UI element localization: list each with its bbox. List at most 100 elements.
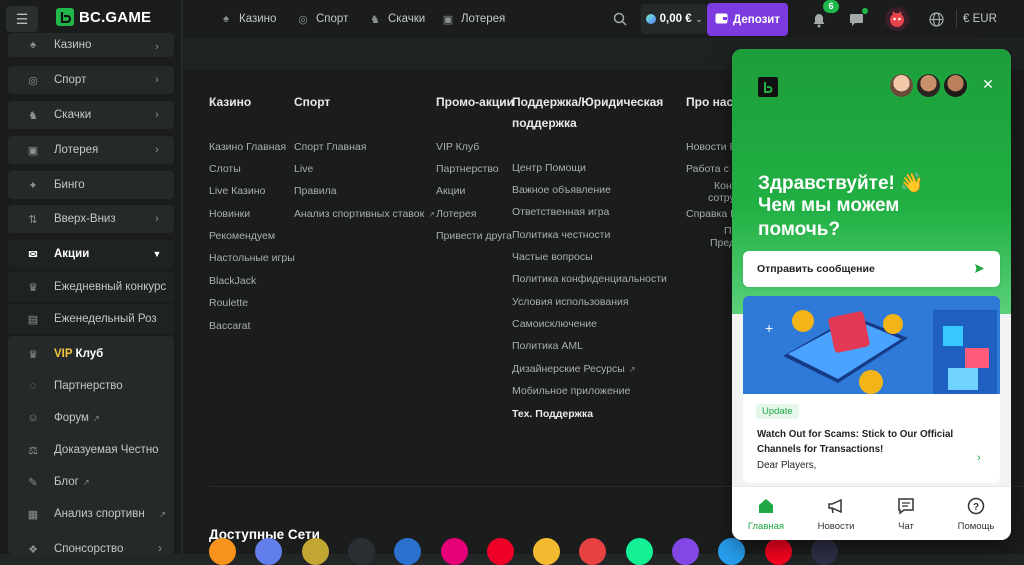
sidebar-item-sponsorship[interactable]: ❖ Спонсорство ›: [8, 534, 174, 564]
footer-link[interactable]: Ответственная игра: [512, 206, 609, 218]
sidebar-subitem-daily-contest[interactable]: ♛ Ежедневный конкурс: [8, 272, 174, 302]
topnav-casino[interactable]: ♠ Казино: [219, 0, 276, 38]
footer-link[interactable]: Партнерство: [436, 163, 499, 175]
sidebar-item-sport[interactable]: ◎ Спорт ›: [8, 66, 174, 94]
news-tag: Update: [756, 404, 799, 419]
send-message-label: Отправить сообщение: [757, 263, 875, 275]
footer-link[interactable]: Правила: [294, 185, 337, 197]
coin-icon: [645, 14, 656, 24]
topnav-label: Казино: [239, 13, 277, 25]
currency-selector[interactable]: € EUR: [963, 0, 997, 38]
sidebar-item-promotions[interactable]: ✉ Акции ▼: [8, 240, 174, 268]
chevron-right-icon: ›: [155, 213, 159, 225]
footer-link[interactable]: Политика честности: [512, 229, 610, 241]
external-link-icon: ↗: [428, 210, 435, 219]
polkadot-icon: [441, 538, 468, 565]
footer-link[interactable]: Мобильное приложение: [512, 385, 630, 397]
footer-link[interactable]: Условия использования: [512, 296, 629, 308]
search-icon[interactable]: [611, 10, 629, 28]
footer-link[interactable]: Спорт Главная: [294, 141, 366, 153]
deposit-button[interactable]: Депозит: [707, 3, 788, 36]
globe-icon[interactable]: [928, 11, 944, 27]
sidebar-item-casino[interactable]: ♠ Казино ›: [8, 33, 174, 57]
footer-link-external[interactable]: Анализ спортивных ставок ↗: [294, 208, 435, 220]
widget-tab-chat[interactable]: Чат: [876, 487, 936, 540]
footer-link[interactable]: Roulette: [209, 297, 248, 309]
svg-text:+: +: [765, 320, 773, 336]
footer-link[interactable]: Акции: [436, 185, 465, 197]
footer-link[interactable]: BlackJack: [209, 275, 256, 287]
sidebar-item-label: Лотерея: [54, 144, 99, 156]
optimism-icon: [765, 538, 792, 565]
footer-link[interactable]: Тех. Поддержка: [512, 408, 593, 420]
bell-icon[interactable]: [809, 10, 829, 30]
chevron-right-icon: ›: [155, 74, 159, 86]
footer-link[interactable]: Работа с н: [686, 163, 738, 175]
footer-link[interactable]: Рекомендуем: [209, 230, 275, 242]
widget-nav: Главная Новости Чат ? Помощь: [732, 486, 1011, 540]
widget-greeting: Чем мы можем: [758, 195, 900, 216]
footer-link[interactable]: Привести друга: [436, 230, 512, 242]
blog-icon: ✎: [28, 476, 38, 489]
balance-selector[interactable]: 0,00 € ⌄: [641, 4, 707, 34]
footer-link[interactable]: Казино Главная: [209, 141, 286, 153]
menu-icon[interactable]: ☰: [6, 6, 38, 32]
footer-link[interactable]: Новости Б: [686, 141, 736, 153]
widget-tab-home[interactable]: Главная: [736, 487, 796, 540]
sidebar-item-vip-club[interactable]: ♛ VIP Клуб: [8, 339, 174, 369]
sidebar-item-label: Скачки: [54, 109, 92, 121]
news-card[interactable]: + Update Watch Out for Scams: Stick to O…: [743, 296, 1000, 483]
widget-tab-news[interactable]: Новости: [806, 487, 866, 540]
footer-link[interactable]: Справка В: [686, 208, 737, 220]
news-banner-image: +: [743, 296, 1000, 394]
footer-link[interactable]: Самоисключение: [512, 318, 597, 330]
footer-link[interactable]: Важное объявление: [512, 184, 611, 196]
sidebar-subitem-weekly-raffle[interactable]: ▤ Еженедельный Роз: [8, 304, 174, 334]
widget-tab-label: Новости: [817, 520, 855, 532]
cosmos-icon: [811, 538, 838, 565]
footer-link[interactable]: Политика конфиденциальности: [512, 273, 667, 285]
footer-link[interactable]: Слоты: [209, 163, 241, 175]
topnav-sport[interactable]: ◎ Спорт: [296, 0, 348, 38]
sidebar-item-racing[interactable]: ♞ Скачки ›: [8, 101, 174, 129]
footer-link[interactable]: сотру: [708, 192, 735, 204]
raffle-icon: ▤: [27, 313, 39, 326]
chevron-right-icon: ›: [155, 144, 159, 156]
sidebar-item-fairness[interactable]: ⚖ Доказуемая Честно: [8, 435, 174, 465]
sidebar-item-updown[interactable]: ⇅ Вверх-Вниз ›: [8, 205, 174, 233]
footer-link[interactable]: Live: [294, 163, 313, 175]
footer-link[interactable]: Live Казино: [209, 185, 265, 197]
sidebar-item-forum[interactable]: ☺ Форум ↗: [8, 403, 174, 433]
footer-link[interactable]: Центр Помощи: [512, 162, 586, 174]
close-icon[interactable]: ✕: [981, 77, 995, 91]
deposit-label: Депозит: [733, 13, 780, 26]
agent-avatar: [915, 72, 942, 99]
footer-col-title: Спорт: [294, 95, 331, 109]
avatar[interactable]: [885, 7, 909, 31]
footer-link[interactable]: П: [724, 225, 732, 237]
sidebar-item-label: Еженедельный Роз: [54, 313, 157, 325]
megaphone-icon: [827, 497, 845, 515]
sidebar-item-blog[interactable]: ✎ Блог ↗: [8, 467, 174, 497]
topnav-racing[interactable]: ♞ Скачки: [368, 0, 425, 38]
footer-link[interactable]: Частые вопросы: [512, 251, 593, 263]
send-message-button[interactable]: Отправить сообщение: [743, 251, 1000, 287]
footer-link[interactable]: Настольные игры: [209, 252, 295, 264]
sidebar-item-partnership[interactable]: ◌ Партнерство: [8, 371, 174, 401]
widget-tab-help[interactable]: ? Помощь: [946, 487, 1006, 540]
partner-icon: ◌: [29, 380, 37, 392]
sidebar-item-bingo[interactable]: ✦ Бинго: [8, 171, 174, 199]
logo[interactable]: BC.GAME: [56, 8, 151, 26]
footer-link[interactable]: Политика AML: [512, 340, 583, 352]
balance-value: 0,00 €: [659, 13, 692, 25]
sidebar-item-sports-analysis[interactable]: ▦ Анализ спортивн ↗: [8, 499, 174, 529]
topnav-label: Скачки: [388, 13, 426, 25]
online-dot: [862, 8, 868, 14]
footer-link[interactable]: Baccarat: [209, 320, 250, 332]
sidebar-item-lottery[interactable]: ▣ Лотерея ›: [8, 136, 174, 164]
footer-link-external[interactable]: Дизайнерские Ресурсы ↗: [512, 363, 636, 375]
footer-link[interactable]: Лотерея: [436, 208, 476, 220]
footer-link[interactable]: VIP Клуб: [436, 141, 479, 153]
topnav-lottery[interactable]: ▣ Лотерея: [441, 0, 505, 38]
footer-link[interactable]: Новинки: [209, 208, 250, 220]
